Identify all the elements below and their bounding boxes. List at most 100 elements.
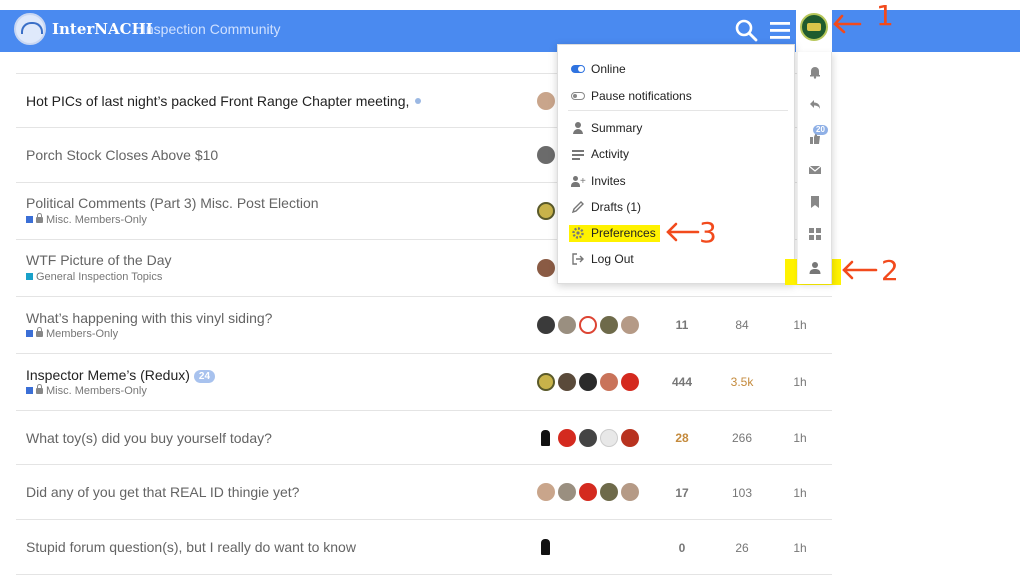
- site-title[interactable]: InterNACHI: [52, 20, 153, 38]
- topic-title[interactable]: Inspector Meme’s (Redux) 24: [26, 367, 216, 383]
- lock-icon: [36, 327, 43, 337]
- poster-avatars: [537, 146, 558, 164]
- avatar[interactable]: [537, 146, 555, 164]
- category-label[interactable]: Misc. Members-Only: [26, 384, 147, 397]
- avatar[interactable]: [600, 316, 618, 334]
- envelope-icon[interactable]: [808, 163, 822, 177]
- menu-divider: [568, 110, 788, 111]
- menu-item-activity[interactable]: Activity: [571, 146, 629, 162]
- avatar[interactable]: [558, 483, 576, 501]
- menu-item-drafts[interactable]: Drafts (1): [571, 199, 641, 215]
- activity-time[interactable]: 1h: [780, 541, 820, 555]
- avatar[interactable]: [579, 429, 597, 447]
- highlight-preferences: Preferences: [569, 225, 660, 242]
- avatar[interactable]: [537, 538, 555, 556]
- table-row[interactable]: What’s happening with this vinyl siding?…: [16, 297, 832, 354]
- topic-title[interactable]: Hot PICs of last night’s packed Front Ra…: [26, 93, 422, 109]
- poster-avatars: [537, 429, 642, 447]
- menu-item-preferences[interactable]: Preferences: [569, 225, 660, 242]
- category-label[interactable]: General Inspection Topics: [26, 271, 162, 283]
- menu-item-online[interactable]: Online: [571, 61, 626, 77]
- poster-avatars: [537, 538, 558, 556]
- table-row[interactable]: Inspector Meme’s (Redux) 24 Misc. Members…: [16, 354, 832, 411]
- menu-item-pause-notifications[interactable]: Pause notifications: [571, 88, 692, 104]
- avatar[interactable]: [600, 429, 618, 447]
- new-posts-badge[interactable]: 24: [193, 370, 216, 383]
- poster-avatars: [537, 373, 642, 391]
- user-avatar-button[interactable]: [796, 10, 832, 52]
- avatar[interactable]: [558, 373, 576, 391]
- replies-count: 444: [671, 375, 693, 389]
- reply-icon[interactable]: [808, 97, 822, 111]
- menu-item-invites[interactable]: + Invites: [571, 173, 626, 189]
- activity-time[interactable]: 1h: [780, 486, 820, 500]
- avatar[interactable]: [621, 373, 639, 391]
- views-count: 26: [735, 541, 749, 555]
- replies-count: 11: [675, 318, 689, 332]
- poster-avatars: [537, 202, 558, 220]
- topic-title[interactable]: Political Comments (Part 3) Misc. Post E…: [26, 195, 319, 211]
- annotation-arrow-3: [666, 222, 700, 242]
- menu-item-log-out[interactable]: Log Out: [571, 251, 634, 267]
- avatar[interactable]: [537, 92, 555, 110]
- views-count: 3.5k: [730, 375, 754, 389]
- avatar[interactable]: [558, 429, 576, 447]
- avatar[interactable]: [621, 316, 639, 334]
- topic-title[interactable]: What’s happening with this vinyl siding?: [26, 310, 272, 326]
- user-plus-icon: +: [571, 174, 586, 188]
- bell-icon[interactable]: [808, 65, 822, 79]
- topic-title[interactable]: What toy(s) did you buy yourself today?: [26, 430, 272, 446]
- toggle-off-icon: [571, 89, 585, 103]
- topic-title[interactable]: Did any of you get that REAL ID thingie …: [26, 484, 299, 500]
- replies-count: 17: [675, 486, 689, 500]
- sign-out-icon: [571, 252, 585, 266]
- avatar[interactable]: [621, 429, 639, 447]
- views-count: 266: [731, 431, 753, 445]
- avatar[interactable]: [537, 316, 555, 334]
- table-row[interactable]: What toy(s) did you buy yourself today? …: [16, 411, 832, 465]
- menu-item-summary[interactable]: Summary: [571, 120, 642, 136]
- activity-time[interactable]: 1h: [780, 431, 820, 445]
- replies-count: 28: [675, 431, 689, 445]
- avatar[interactable]: [621, 483, 639, 501]
- grid-icon[interactable]: [808, 227, 822, 241]
- views-count: 84: [735, 318, 749, 332]
- unread-dot-icon: [415, 98, 422, 104]
- activity-list-icon: [571, 147, 585, 161]
- views-count: 103: [731, 486, 753, 500]
- table-row[interactable]: Did any of you get that REAL ID thingie …: [16, 465, 832, 520]
- avatar[interactable]: [537, 202, 555, 220]
- avatar[interactable]: [579, 373, 597, 391]
- table-row[interactable]: Stupid forum question(s), but I really d…: [16, 520, 832, 575]
- avatar[interactable]: [600, 373, 618, 391]
- category-label[interactable]: Members-Only: [26, 327, 118, 340]
- avatar[interactable]: [537, 259, 555, 277]
- poster-avatars: [537, 483, 642, 501]
- category-label[interactable]: Misc. Members-Only: [26, 213, 147, 226]
- avatar[interactable]: [579, 483, 597, 501]
- category-color-icon: [26, 273, 33, 280]
- avatar[interactable]: [537, 483, 555, 501]
- hamburger-menu-icon[interactable]: [769, 18, 791, 42]
- activity-time[interactable]: 1h: [780, 318, 820, 332]
- avatar[interactable]: [537, 429, 555, 447]
- user-menu-panel: Online Pause notifications Summary Activ…: [557, 44, 795, 284]
- internachi-logo-icon[interactable]: [14, 13, 46, 45]
- avatar[interactable]: [558, 316, 576, 334]
- avatar[interactable]: [600, 483, 618, 501]
- user-icon[interactable]: [808, 261, 822, 275]
- search-icon[interactable]: [734, 18, 758, 42]
- annotation-label-2: 2: [881, 254, 899, 287]
- bookmark-icon[interactable]: [808, 195, 822, 209]
- likes-badge: 20: [813, 125, 828, 135]
- topic-title[interactable]: Stupid forum question(s), but I really d…: [26, 539, 356, 555]
- activity-time[interactable]: 1h: [780, 375, 820, 389]
- gear-icon: [571, 226, 585, 240]
- avatar: [800, 13, 828, 41]
- avatar[interactable]: [579, 316, 597, 334]
- avatar[interactable]: [537, 373, 555, 391]
- topic-title[interactable]: WTF Picture of the Day: [26, 252, 171, 268]
- category-color-icon: [26, 330, 33, 337]
- pencil-icon: [571, 200, 585, 214]
- topic-title[interactable]: Porch Stock Closes Above $10: [26, 147, 218, 163]
